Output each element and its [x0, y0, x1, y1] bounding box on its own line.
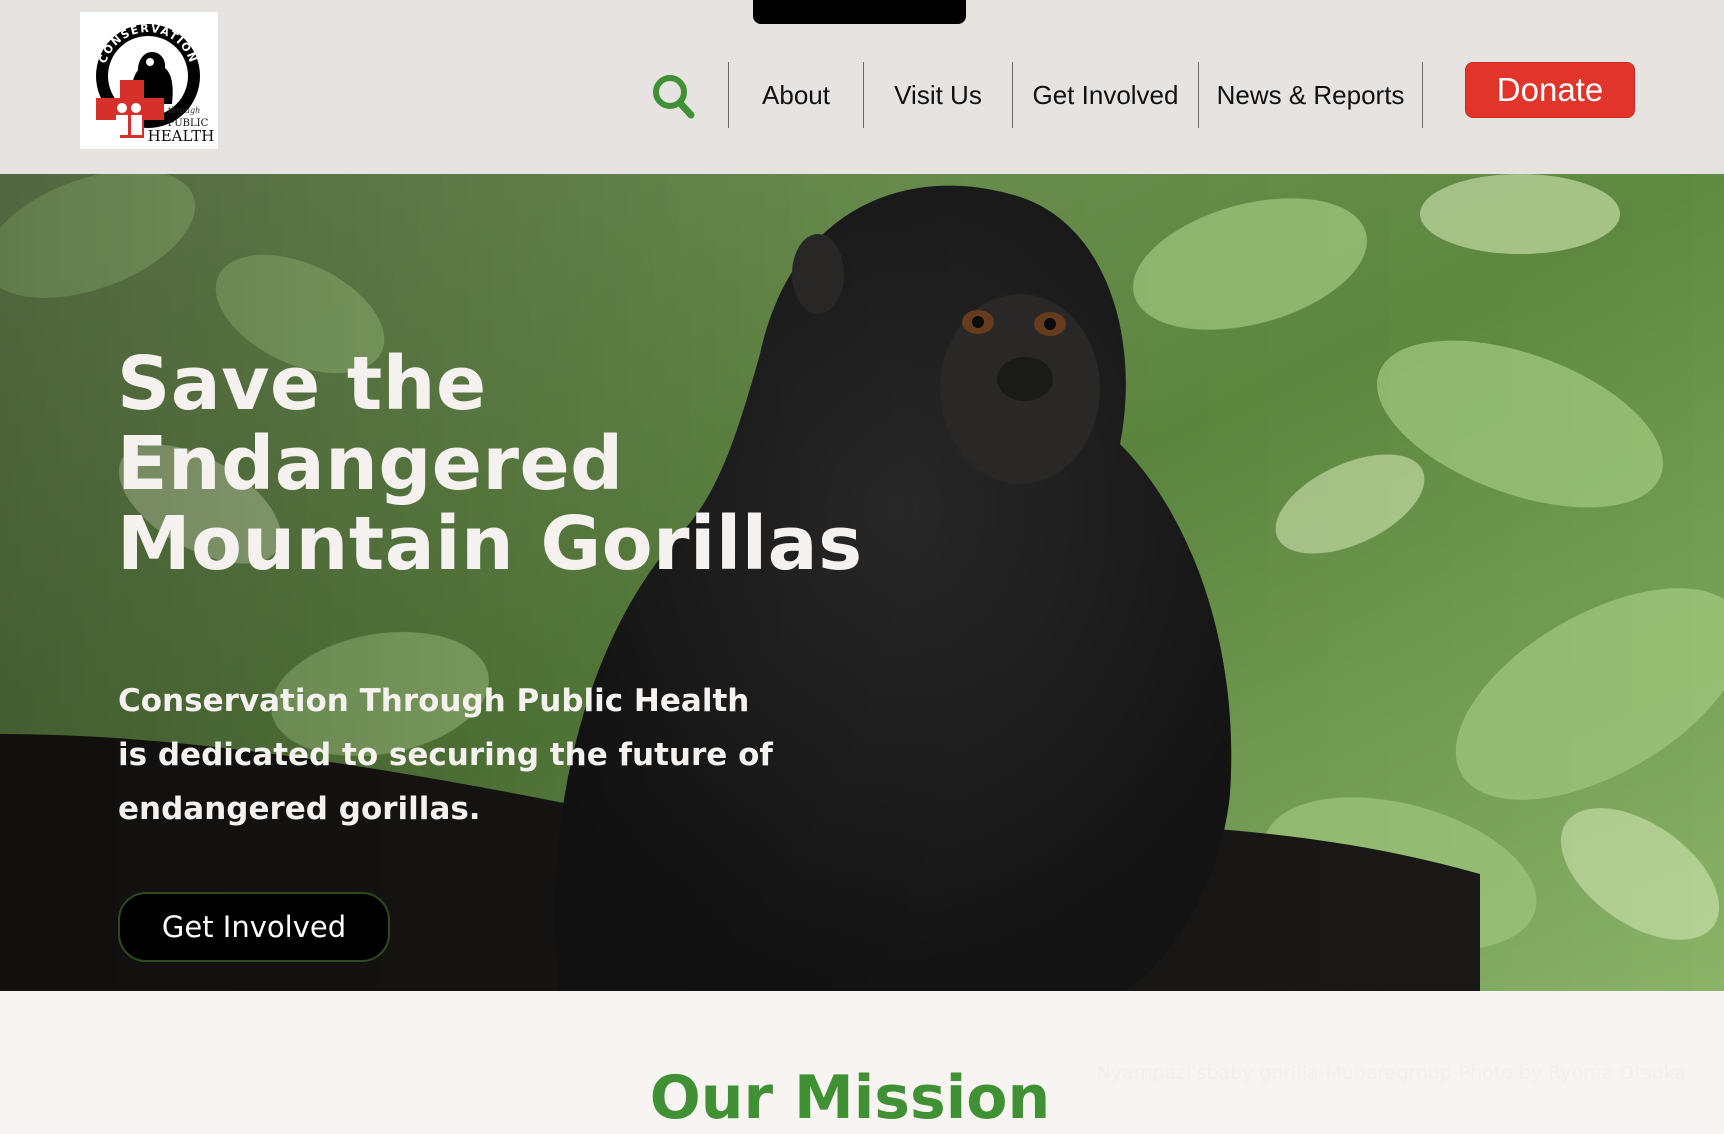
hero-description: Conservation Through Public Health is de…: [118, 683, 773, 827]
hero-title-line: Save the: [117, 341, 487, 427]
main-nav: About Visit Us Get Involved News & Repor…: [728, 62, 1423, 128]
get-involved-button[interactable]: Get Involved: [118, 892, 390, 962]
top-notch-tab: [753, 0, 966, 24]
nav-item-get-involved[interactable]: Get Involved: [1012, 62, 1198, 128]
svg-text:through: through: [168, 106, 200, 115]
photo-credit: Nyampazi'sbaby gorilla-Mubaregroup-Photo…: [1096, 1062, 1686, 1084]
site-header: CONSERVATION through PUBLIC HEALTH About…: [0, 0, 1724, 174]
nav-item-news-reports[interactable]: News & Reports: [1198, 62, 1423, 128]
svg-text:HEALTH: HEALTH: [148, 127, 215, 145]
hero-title-line: Endangered: [117, 421, 624, 507]
hero-section: Save the Endangered Mountain Gorillas Co…: [0, 174, 1724, 991]
nav-item-about[interactable]: About: [728, 62, 863, 128]
nav-item-visit-us[interactable]: Visit Us: [863, 62, 1012, 128]
site-logo[interactable]: CONSERVATION through PUBLIC HEALTH: [80, 12, 218, 149]
search-button[interactable]: [650, 72, 696, 120]
hero-title: Save the Endangered Mountain Gorillas: [117, 344, 863, 584]
search-icon: [653, 75, 695, 119]
donate-button[interactable]: Donate: [1465, 62, 1635, 118]
ctph-logo-icon: CONSERVATION through PUBLIC HEALTH: [96, 22, 215, 145]
hero-title-line: Mountain Gorillas: [117, 501, 863, 587]
